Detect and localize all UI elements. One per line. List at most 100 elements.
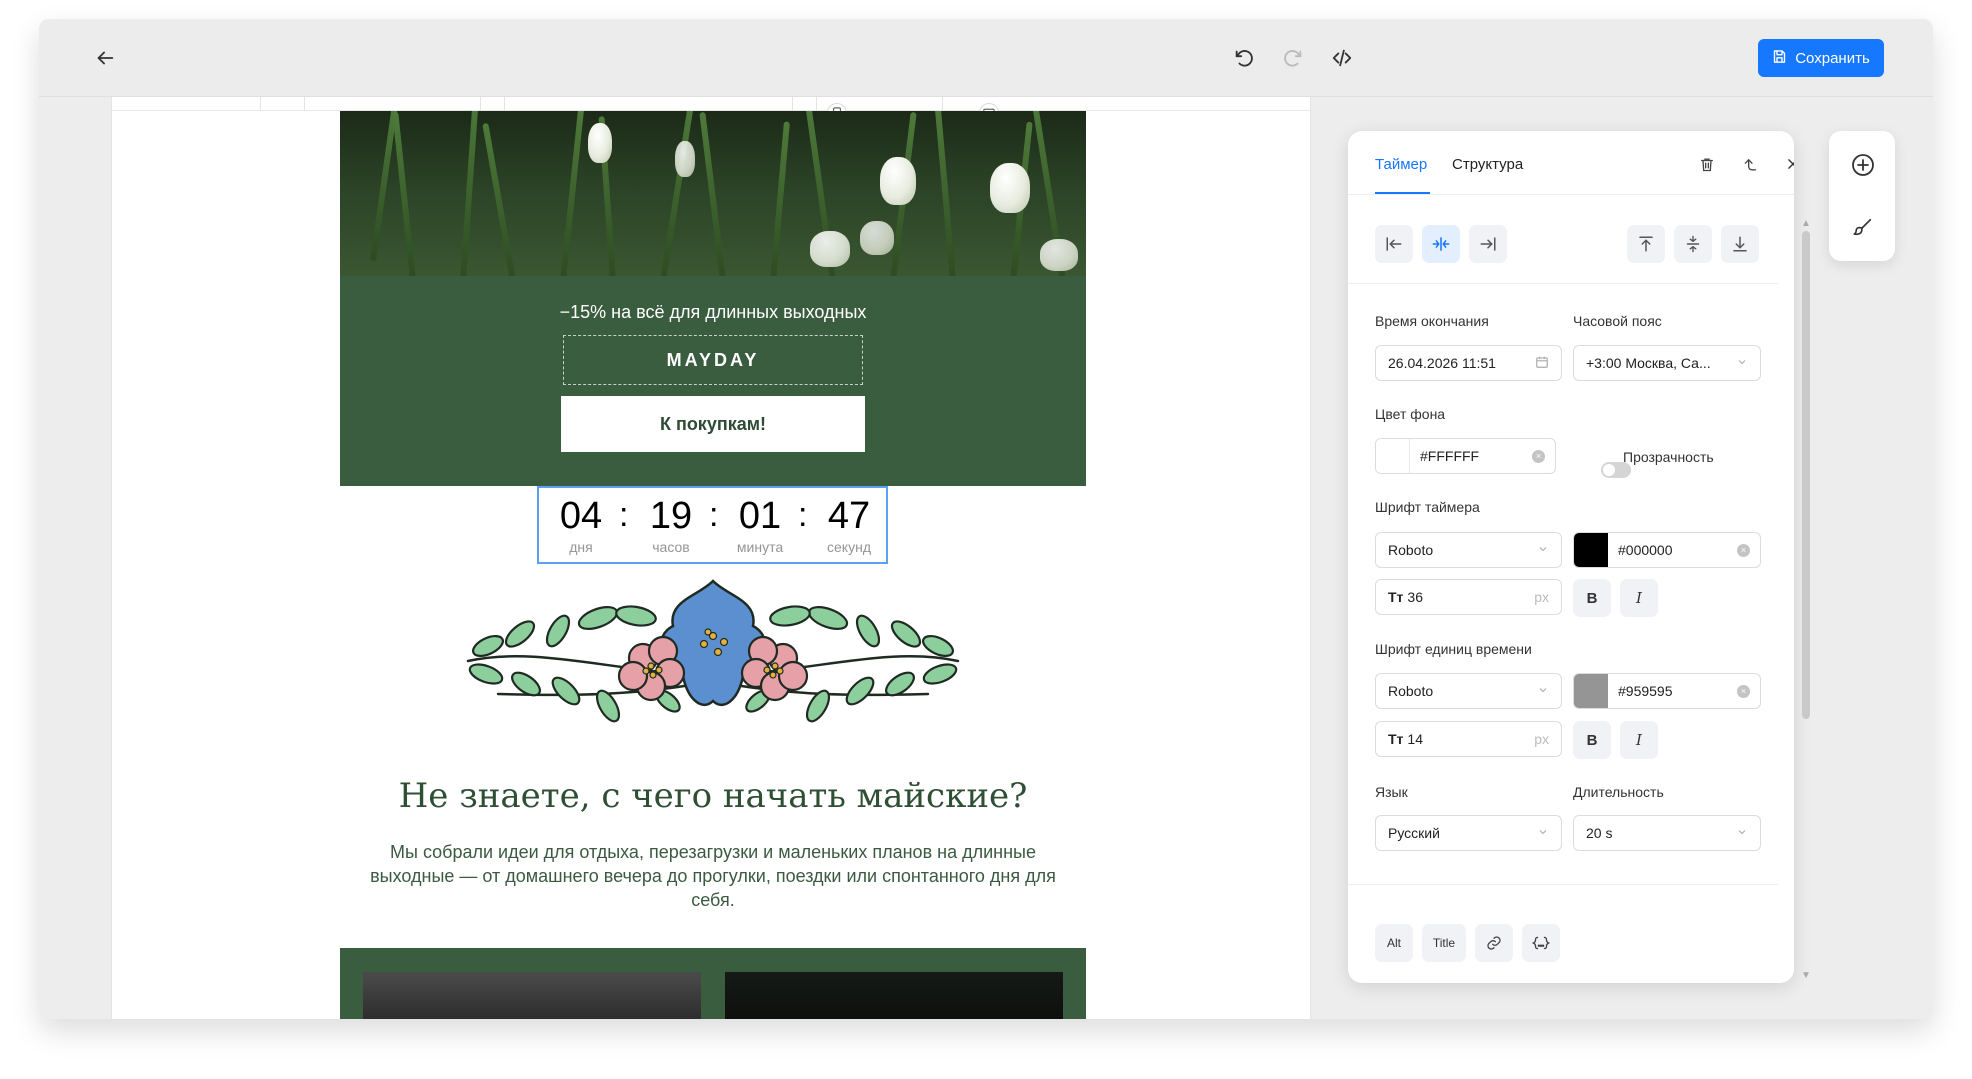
units-italic-button[interactable]: I: [1620, 721, 1658, 759]
back-arrow-icon[interactable]: [92, 45, 118, 71]
end-time-label: Время окончания: [1375, 313, 1489, 329]
align-center-icon: [1432, 237, 1450, 251]
tab-structure[interactable]: Структура: [1452, 156, 1523, 173]
timer-font-select[interactable]: Roboto: [1375, 532, 1562, 568]
top-toolbar: Сохранить: [39, 19, 1933, 97]
units-font-value: Roboto: [1388, 683, 1434, 699]
valign-top-icon: [1639, 236, 1653, 252]
editor-window: Сохранить −15% на всё для длинных выходн…: [39, 19, 1933, 1019]
bg-color-value: #FFFFFF: [1420, 448, 1480, 464]
transparency-label: Прозрачность: [1623, 449, 1714, 465]
chevron-down-icon: [1537, 542, 1549, 558]
duration-label: Длительность: [1573, 784, 1664, 800]
undo-icon[interactable]: [1231, 45, 1257, 71]
calendar-icon: [1535, 355, 1549, 372]
chevron-down-icon: [1537, 825, 1549, 841]
email-heading: Не знаете, с чего начать майские?: [398, 776, 1028, 816]
language-select[interactable]: Русский: [1375, 815, 1562, 851]
email-canvas[interactable]: −15% на всё для длинных выходных MAYDAY …: [111, 97, 1311, 1019]
braces-icon: [1532, 936, 1550, 950]
end-time-value: 26.04.2026 11:51: [1388, 355, 1496, 371]
timer-font-color-input[interactable]: #000000 ×: [1573, 532, 1761, 568]
promo-code: MAYDAY: [563, 335, 863, 385]
font-size-icon: Tт: [1388, 731, 1404, 747]
bg-color-input[interactable]: #FFFFFF ×: [1375, 438, 1556, 474]
clear-icon[interactable]: ×: [1532, 450, 1545, 463]
timer-bold-button[interactable]: B: [1573, 579, 1611, 617]
code-icon[interactable]: [1329, 45, 1355, 71]
clear-icon[interactable]: ×: [1737, 685, 1750, 698]
shop-button[interactable]: К покупкам!: [561, 396, 865, 452]
select-parent-icon[interactable]: [1739, 153, 1761, 175]
transparency-toggle[interactable]: [1601, 462, 1631, 478]
units-font-color-input[interactable]: #959595 ×: [1573, 673, 1761, 709]
px-suffix: px: [1534, 731, 1549, 747]
close-icon[interactable]: [1782, 153, 1794, 175]
countdown-timer[interactable]: 04 дня : 19 часов : 01 минута : 47 секун…: [537, 486, 888, 564]
valign-middle-icon: [1686, 235, 1700, 253]
timer-italic-button[interactable]: I: [1620, 579, 1658, 617]
tab-timer[interactable]: Таймер: [1375, 156, 1427, 173]
valign-top-button[interactable]: [1627, 225, 1665, 263]
chevron-down-icon: [1736, 355, 1748, 371]
scroll-up-icon[interactable]: ▲: [1800, 219, 1812, 229]
trash-icon[interactable]: [1696, 153, 1718, 175]
panel-scrollbar[interactable]: [1802, 231, 1810, 719]
canvas-top-strip: [112, 97, 1310, 111]
timer-seconds: 47 секунд: [827, 495, 871, 555]
units-font-label: Шрифт единиц времени: [1375, 641, 1532, 657]
align-right-button[interactable]: [1469, 225, 1507, 263]
units-bold-button[interactable]: B: [1573, 721, 1611, 759]
title-button[interactable]: Title: [1422, 924, 1466, 962]
panel-header: Таймер Структура: [1348, 131, 1794, 195]
clear-icon[interactable]: ×: [1737, 544, 1750, 557]
save-button[interactable]: Сохранить: [1758, 39, 1884, 77]
card-image-left: [363, 972, 701, 1019]
font-size-icon: Tт: [1388, 589, 1404, 605]
end-time-input[interactable]: 26.04.2026 11:51: [1375, 345, 1562, 381]
email-body-text: Мы собрали идеи для отдыха, перезагрузки…: [370, 842, 1056, 910]
timer-days: 04 дня: [559, 495, 603, 555]
language-value: Русский: [1388, 825, 1440, 841]
email-body: −15% на всё для длинных выходных MAYDAY …: [340, 111, 1086, 1019]
link-button[interactable]: [1475, 924, 1513, 962]
timer-font-value: Roboto: [1388, 542, 1434, 558]
timezone-select[interactable]: +3:00 Москва, Са...: [1573, 345, 1761, 381]
units-font-size-input[interactable]: Tт 14 px: [1375, 721, 1562, 757]
units-font-color-value: #959595: [1618, 683, 1673, 699]
bg-color-swatch[interactable]: [1376, 439, 1410, 473]
timer-hours: 19 часов: [649, 495, 693, 555]
timer-font-label: Шрифт таймера: [1375, 499, 1480, 515]
align-left-button[interactable]: [1375, 225, 1413, 263]
align-left-icon: [1386, 237, 1402, 251]
side-tools-panel: [1829, 131, 1895, 261]
timer-font-size-value: 36: [1407, 589, 1423, 605]
timer-font-color-swatch[interactable]: [1574, 533, 1608, 567]
timer-settings-panel: Таймер Структура Время окончания Часовой…: [1348, 131, 1794, 983]
valign-bottom-icon: [1733, 236, 1747, 252]
bg-color-label: Цвет фона: [1375, 406, 1446, 422]
units-font-color-swatch[interactable]: [1574, 674, 1608, 708]
scroll-down-icon[interactable]: ▼: [1800, 971, 1812, 981]
variables-button[interactable]: [1522, 924, 1560, 962]
redo-icon[interactable]: [1280, 45, 1306, 71]
duration-select[interactable]: 20 s: [1573, 815, 1761, 851]
timer-font-size-input[interactable]: Tт 36 px: [1375, 579, 1562, 615]
save-icon: [1772, 49, 1787, 68]
alt-button[interactable]: Alt: [1375, 924, 1413, 962]
valign-bottom-button[interactable]: [1721, 225, 1759, 263]
units-font-size-value: 14: [1407, 731, 1423, 747]
brush-icon[interactable]: [1850, 215, 1876, 241]
active-tab-indicator: [1375, 192, 1430, 194]
align-center-button[interactable]: [1422, 225, 1460, 263]
panel-divider: [1348, 283, 1778, 284]
valign-middle-button[interactable]: [1674, 225, 1712, 263]
add-block-icon[interactable]: [1850, 152, 1876, 178]
timer-minutes: 01 минута: [736, 495, 784, 555]
hero-image-tulips: [340, 111, 1086, 276]
promo-text: −15% на всё для длинных выходных: [559, 302, 867, 322]
chevron-down-icon: [1537, 683, 1549, 699]
promo-block: −15% на всё для длинных выходных MAYDAY …: [340, 276, 1086, 486]
save-button-label: Сохранить: [1795, 49, 1870, 67]
units-font-select[interactable]: Roboto: [1375, 673, 1562, 709]
